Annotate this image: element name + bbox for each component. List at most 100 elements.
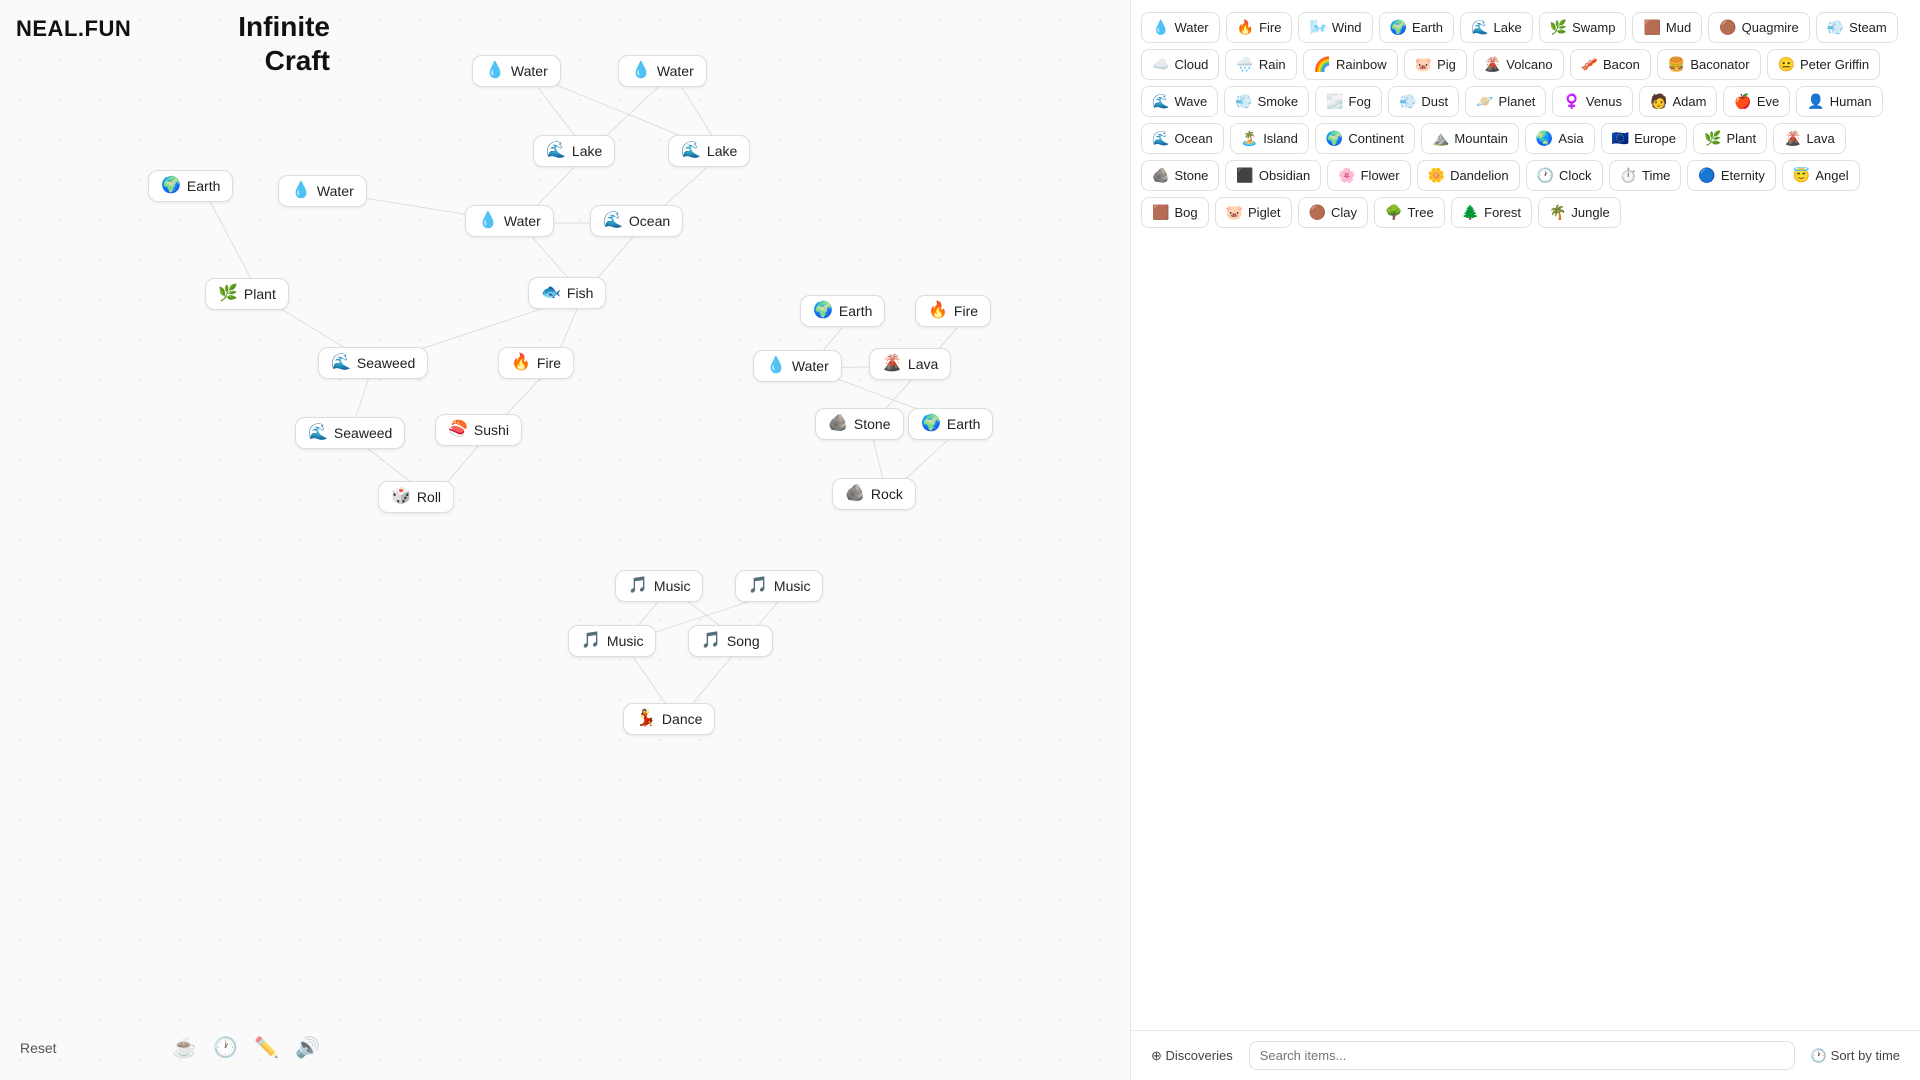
canvas-element-e3[interactable]: 🌊Lake [533, 135, 615, 167]
canvas-element-e22[interactable]: 🪨Rock [832, 478, 916, 510]
sidebar-item-angel[interactable]: 😇Angel [1782, 160, 1860, 191]
sidebar-item-planet[interactable]: 🪐Planet [1465, 86, 1546, 117]
element-label: Water [511, 63, 548, 79]
sidebar-item-label: Adam [1672, 94, 1706, 109]
sidebar-item-dust[interactable]: 💨Dust [1388, 86, 1459, 117]
sidebar-item-jungle[interactable]: 🌴Jungle [1538, 197, 1621, 228]
canvas-element-e2[interactable]: 💧Water [618, 55, 707, 87]
clock-icon[interactable]: 🕐 [213, 1035, 238, 1060]
sidebar-item-fog[interactable]: 🌫️Fog [1315, 86, 1382, 117]
canvas-element-e4[interactable]: 🌊Lake [668, 135, 750, 167]
canvas-element-e23[interactable]: 🎵Music [615, 570, 703, 602]
sidebar-item-tree[interactable]: 🌳Tree [1374, 197, 1445, 228]
canvas-element-e19[interactable]: 🪨Stone [815, 408, 904, 440]
volume-icon[interactable]: 🔊 [295, 1035, 320, 1060]
sidebar-item-asia[interactable]: 🌏Asia [1525, 123, 1595, 154]
sidebar-item-label: Lava [1807, 131, 1835, 146]
canvas-element-e11[interactable]: 🌍Earth [800, 295, 885, 327]
sidebar-item-label: Lake [1493, 20, 1521, 35]
sidebar-item-obsidian[interactable]: ⬛Obsidian [1225, 160, 1321, 191]
sidebar-item-bacon[interactable]: 🥓Bacon [1570, 49, 1651, 80]
sidebar-item-europe[interactable]: 🇪🇺Europe [1601, 123, 1687, 154]
canvas-element-e8[interactable]: 🌊Ocean [590, 205, 683, 237]
canvas-element-e1[interactable]: 💧Water [472, 55, 561, 87]
sidebar-item-icon: ♀️ [1563, 93, 1580, 110]
canvas-element-e26[interactable]: 🎵Song [688, 625, 773, 657]
sidebar-item-time[interactable]: ⏱️Time [1609, 160, 1682, 191]
canvas-area[interactable]: NEAL.FUN InfiniteCraft 💧Water💧Water🌊Lake… [0, 0, 1130, 1080]
sidebar: 💧Water🔥Fire🌬️Wind🌍Earth🌊Lake🌿Swamp🟫Mud🟤Q… [1130, 0, 1920, 1080]
sidebar-item-lava[interactable]: 🌋 Lava [1773, 123, 1846, 154]
canvas-element-e17[interactable]: 🌊Seaweed [295, 417, 405, 449]
sidebar-item-continent[interactable]: 🌍Continent [1315, 123, 1415, 154]
sidebar-item-quagmire[interactable]: 🟤Quagmire [1708, 12, 1810, 43]
sidebar-item-mud[interactable]: 🟫Mud [1632, 12, 1702, 43]
sidebar-item-plant[interactable]: 🌿Plant [1693, 123, 1767, 154]
sidebar-item-venus[interactable]: ♀️Venus [1552, 86, 1633, 117]
sidebar-item-fire[interactable]: 🔥Fire [1226, 12, 1293, 43]
coffee-icon[interactable]: ☕ [172, 1035, 197, 1060]
canvas-element-e15[interactable]: 💧Water [753, 350, 842, 382]
sort-button[interactable]: 🕐 Sort by time [1803, 1043, 1908, 1069]
canvas-element-e20[interactable]: 🌍Earth [908, 408, 993, 440]
canvas-element-e21[interactable]: 🎲Roll [378, 481, 454, 513]
sidebar-item-stone[interactable]: 🪨Stone [1141, 160, 1219, 191]
sidebar-item-human[interactable]: 👤Human [1796, 86, 1882, 117]
sidebar-item-flower[interactable]: 🌸Flower [1327, 160, 1410, 191]
sidebar-item-clay[interactable]: 🟤Clay [1298, 197, 1368, 228]
sidebar-item-peter-griffin[interactable]: 😐Peter Griffin [1767, 49, 1881, 80]
reset-button[interactable]: Reset [20, 1040, 57, 1056]
sidebar-item-eve[interactable]: 🍎Eve [1723, 86, 1790, 117]
canvas-element-e14[interactable]: 🔥Fire [498, 347, 574, 379]
sidebar-item-icon: 🟤 [1309, 204, 1326, 221]
sidebar-item-island[interactable]: 🏝️Island [1230, 123, 1309, 154]
canvas-element-e10[interactable]: 🐟Fish [528, 277, 606, 309]
sidebar-item-clock[interactable]: 🕐Clock [1526, 160, 1603, 191]
canvas-element-e24[interactable]: 🎵Music [735, 570, 823, 602]
sidebar-item-bog[interactable]: 🟫Bog [1141, 197, 1209, 228]
sidebar-item-wave[interactable]: 🌊Wave [1141, 86, 1218, 117]
sidebar-item-smoke[interactable]: 💨Smoke [1224, 86, 1309, 117]
sidebar-item-ocean[interactable]: 🌊Ocean [1141, 123, 1224, 154]
element-label: Lava [908, 356, 938, 372]
canvas-element-e6[interactable]: 💧Water [278, 175, 367, 207]
element-label: Fish [567, 285, 593, 301]
sidebar-item-eternity[interactable]: 🔵Eternity [1687, 160, 1776, 191]
element-icon: 🌋 [882, 356, 902, 372]
discoveries-button[interactable]: ⊕ Discoveries [1143, 1043, 1241, 1069]
sidebar-item-baconator[interactable]: 🍔Baconator [1657, 49, 1761, 80]
sidebar-item-rain[interactable]: 🌧️Rain [1225, 49, 1296, 80]
brush-icon[interactable]: ✏️ [254, 1035, 279, 1060]
sidebar-item-lake[interactable]: 🌊Lake [1460, 12, 1533, 43]
sidebar-item-cloud[interactable]: ☁️Cloud [1141, 49, 1219, 80]
sidebar-item-pig[interactable]: 🐷Pig [1404, 49, 1467, 80]
sidebar-item-swamp[interactable]: 🌿Swamp [1539, 12, 1627, 43]
canvas-element-e13[interactable]: 🌊Seaweed [318, 347, 428, 379]
sidebar-item-earth[interactable]: 🌍Earth [1379, 12, 1455, 43]
sidebar-item-volcano[interactable]: 🌋Volcano [1473, 49, 1564, 80]
sidebar-item-mountain[interactable]: ⛰️Mountain [1421, 123, 1519, 154]
canvas-element-e7[interactable]: 💧Water [465, 205, 554, 237]
sidebar-item-water[interactable]: 💧Water [1141, 12, 1220, 43]
sidebar-item-dandelion[interactable]: 🌼Dandelion [1417, 160, 1520, 191]
sidebar-item-icon: 💨 [1827, 19, 1844, 36]
canvas-element-e9[interactable]: 🌿Plant [205, 278, 289, 310]
canvas-element-e18[interactable]: 🍣Sushi [435, 414, 522, 446]
element-label: Fire [537, 355, 561, 371]
sidebar-item-wind[interactable]: 🌬️Wind [1298, 12, 1372, 43]
canvas-element-e16[interactable]: 🌋 Lava [869, 348, 951, 380]
canvas-element-e25[interactable]: 🎵Music [568, 625, 656, 657]
sidebar-item-piglet[interactable]: 🐷Piglet [1215, 197, 1292, 228]
canvas-element-e27[interactable]: 💃Dance [623, 703, 715, 735]
sidebar-item-steam[interactable]: 💨Steam [1816, 12, 1898, 43]
sidebar-item-icon: 🥓 [1581, 56, 1598, 73]
element-label: Water [317, 183, 354, 199]
search-input[interactable] [1249, 1041, 1795, 1070]
sidebar-item-adam[interactable]: 🧑Adam [1639, 86, 1717, 117]
sidebar-item-rainbow[interactable]: 🌈Rainbow [1303, 49, 1398, 80]
sidebar-item-forest[interactable]: 🌲Forest [1451, 197, 1532, 228]
element-icon: 🌍 [813, 303, 833, 319]
sidebar-item-icon: 🌋 [1784, 130, 1801, 147]
canvas-element-e12[interactable]: 🔥Fire [915, 295, 991, 327]
canvas-element-e5[interactable]: 🌍Earth [148, 170, 233, 202]
